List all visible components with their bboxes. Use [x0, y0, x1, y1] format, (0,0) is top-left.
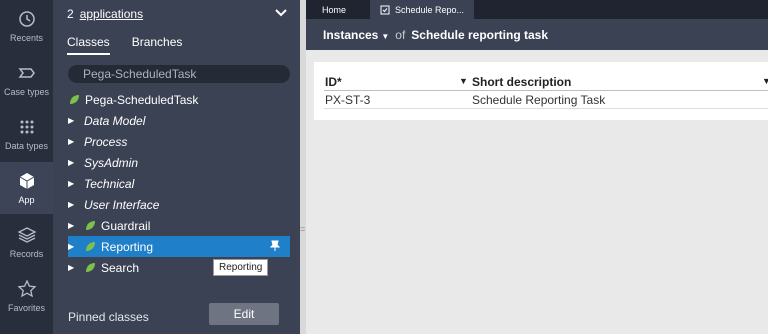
tab-label: Schedule Repo...: [395, 4, 465, 15]
caret-right-icon[interactable]: ▶: [68, 179, 78, 188]
rail-item-app[interactable]: App: [0, 162, 53, 214]
layers-icon: [17, 227, 36, 243]
rail-label: App: [18, 195, 35, 205]
cube-icon: [19, 173, 34, 189]
tree-item-label: User Interface: [84, 197, 160, 212]
tab-classes[interactable]: Classes: [67, 35, 110, 55]
applications-row: 2 applications: [67, 7, 143, 21]
tree-item-label: SysAdmin: [84, 155, 139, 170]
work-tab-bar: Home Schedule Repo...: [306, 0, 768, 19]
rail-label: Case types: [3, 87, 50, 97]
row-divider: [324, 108, 768, 109]
tree-item-user-interface[interactable]: ▶ User Interface: [68, 194, 290, 215]
rail-item-case-types[interactable]: Case types: [0, 54, 53, 106]
rail-label: Records: [9, 249, 44, 259]
caret-right-icon[interactable]: ▶: [68, 221, 78, 230]
filter-icon[interactable]: ▼: [762, 76, 768, 86]
caret-right-icon[interactable]: ▶: [68, 158, 78, 167]
document-check-icon: [380, 5, 390, 14]
leaf-icon: [86, 241, 95, 251]
header-divider: [324, 90, 768, 91]
tab-branches[interactable]: Branches: [132, 35, 183, 55]
rail-label: Data types: [4, 141, 49, 151]
star-icon: [16, 279, 37, 298]
chevron-down-icon[interactable]: [274, 8, 288, 18]
instances-dropdown[interactable]: Instances ▼: [323, 28, 389, 42]
tree-item-label: Process: [84, 134, 128, 149]
rail-item-data-types[interactable]: Data types: [0, 108, 53, 160]
tree-item-data-model[interactable]: ▶ Data Model: [68, 110, 290, 131]
tree-item-label: Data Model: [84, 113, 146, 128]
caret-right-icon[interactable]: ▶: [68, 137, 78, 146]
tree-item-process[interactable]: ▶ Process: [68, 131, 290, 152]
page-title: Schedule reporting task: [411, 27, 548, 42]
rail-item-recents[interactable]: Recents: [0, 0, 53, 52]
caret-right-icon[interactable]: ▶: [68, 242, 78, 251]
instances-label: Instances: [323, 27, 379, 42]
class-search-input[interactable]: Pega-ScheduledTask: [68, 65, 290, 83]
explorer-tabs: Classes Branches: [67, 35, 204, 55]
tree-item-reporting[interactable]: ▶ Reporting: [68, 236, 290, 257]
filter-icon[interactable]: ▼: [459, 76, 468, 86]
tooltip: Reporting: [213, 259, 269, 276]
instances-table: ID* ▼ Short description ▼ PX-ST-3 Schedu…: [314, 62, 768, 120]
tree-item-label: Reporting: [101, 239, 154, 254]
tree-item-label: Technical: [84, 176, 135, 191]
applications-link[interactable]: applications: [80, 7, 143, 21]
grid-dots-icon: [20, 120, 33, 134]
caret-right-icon[interactable]: ▶: [68, 263, 78, 272]
caret-right-icon[interactable]: ▶: [68, 116, 78, 125]
leaf-icon: [86, 262, 95, 272]
tree-item-label: Search: [101, 260, 140, 275]
rail-label: Recents: [9, 33, 44, 43]
tree-root[interactable]: Pega-ScheduledTask: [68, 89, 290, 110]
tree-item-sysadmin[interactable]: ▶ SysAdmin: [68, 152, 290, 173]
leaf-icon: [86, 220, 95, 230]
tree-root-label: Pega-ScheduledTask: [85, 92, 199, 107]
tab-label: Home: [322, 4, 347, 15]
column-header-short-description[interactable]: Short description: [472, 75, 571, 89]
rail-label: Favorites: [7, 303, 45, 313]
tree-item-label: Guardrail: [101, 218, 151, 233]
pin-icon[interactable]: [270, 240, 280, 252]
tree-item-guardrail[interactable]: ▶ Guardrail: [68, 215, 290, 236]
caret-right-icon[interactable]: ▶: [68, 200, 78, 209]
tab-schedule-report[interactable]: Schedule Repo...: [370, 0, 475, 19]
rail-item-records[interactable]: Records: [0, 216, 53, 268]
caret-down-icon: ▼: [381, 31, 390, 41]
tree-item-technical[interactable]: ▶ Technical: [68, 173, 290, 194]
work-content: ID* ▼ Short description ▼ PX-ST-3 Schedu…: [306, 50, 768, 334]
of-label: of: [395, 27, 406, 42]
app-explorer: 2 applications Classes Branches Pega-Sche…: [53, 0, 300, 334]
table-cell-id[interactable]: PX-ST-3: [325, 93, 370, 107]
instances-header: Instances ▼ of Schedule reporting task: [306, 19, 768, 50]
rail-item-favorites[interactable]: Favorites: [0, 270, 53, 322]
edit-button[interactable]: Edit: [209, 303, 279, 325]
history-icon: [18, 11, 35, 27]
leaf-icon: [70, 94, 79, 104]
app-count: 2: [67, 7, 74, 21]
column-header-id[interactable]: ID*: [325, 75, 342, 89]
table-cell-description[interactable]: Schedule Reporting Task: [472, 93, 605, 107]
pinned-classes-label: Pinned classes: [68, 310, 149, 324]
icon-rail: Recents Case types Data types App Record…: [0, 0, 53, 334]
grip-icon: =: [300, 224, 306, 234]
tab-home[interactable]: Home: [312, 0, 356, 19]
case-types-icon: [18, 68, 35, 78]
